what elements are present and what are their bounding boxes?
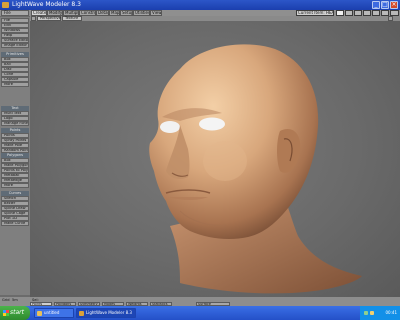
volume-icon[interactable] <box>370 311 374 315</box>
taskbar-app-label: untitled <box>44 310 60 315</box>
network-icon[interactable] <box>364 311 368 315</box>
taskbar-app-modeler[interactable]: LightWave Modeler 8.3 <box>76 308 136 318</box>
perspective-viewport[interactable] <box>30 21 400 297</box>
grid-label: Grid <box>2 298 10 302</box>
app-icon <box>2 2 9 8</box>
start-button[interactable]: start <box>0 306 30 320</box>
grid-value: 5m <box>12 298 18 302</box>
left-eye <box>160 121 180 133</box>
right-eye <box>199 117 225 131</box>
file-menu-button[interactable]: File <box>1 10 29 16</box>
head-model <box>149 44 362 294</box>
cheek <box>203 141 247 181</box>
clock: 00:41 <box>385 310 397 315</box>
sidebar-item-image-editor[interactable]: Image Editor <box>1 43 29 48</box>
windows-logo-icon <box>3 310 9 316</box>
sidebar-item-manage-fonts[interactable]: Manage Fonts <box>1 121 29 126</box>
system-tray: 00:41 <box>360 306 400 320</box>
maximize-icon[interactable]: □ <box>381 1 389 9</box>
sidebar-item-make-curve[interactable]: Make Curve <box>1 221 29 226</box>
minimize-icon[interactable]: _ <box>372 1 380 9</box>
sidebar-item-more-primitives[interactable]: More <box>1 82 29 87</box>
window-title: LightWave Modeler 8.3 <box>12 1 81 8</box>
title-bar: LightWave Modeler 8.3 _ □ × <box>0 0 400 10</box>
folder-icon <box>37 311 42 316</box>
sidebar-item-more-polygons[interactable]: More <box>1 183 29 188</box>
taskbar-app-untitled[interactable]: untitled <box>34 308 74 318</box>
taskbar-app-label: LightWave Modeler 8.3 <box>86 310 132 315</box>
start-label: start <box>10 309 24 316</box>
close-icon[interactable]: × <box>390 1 398 9</box>
lightwave-icon <box>79 311 84 316</box>
